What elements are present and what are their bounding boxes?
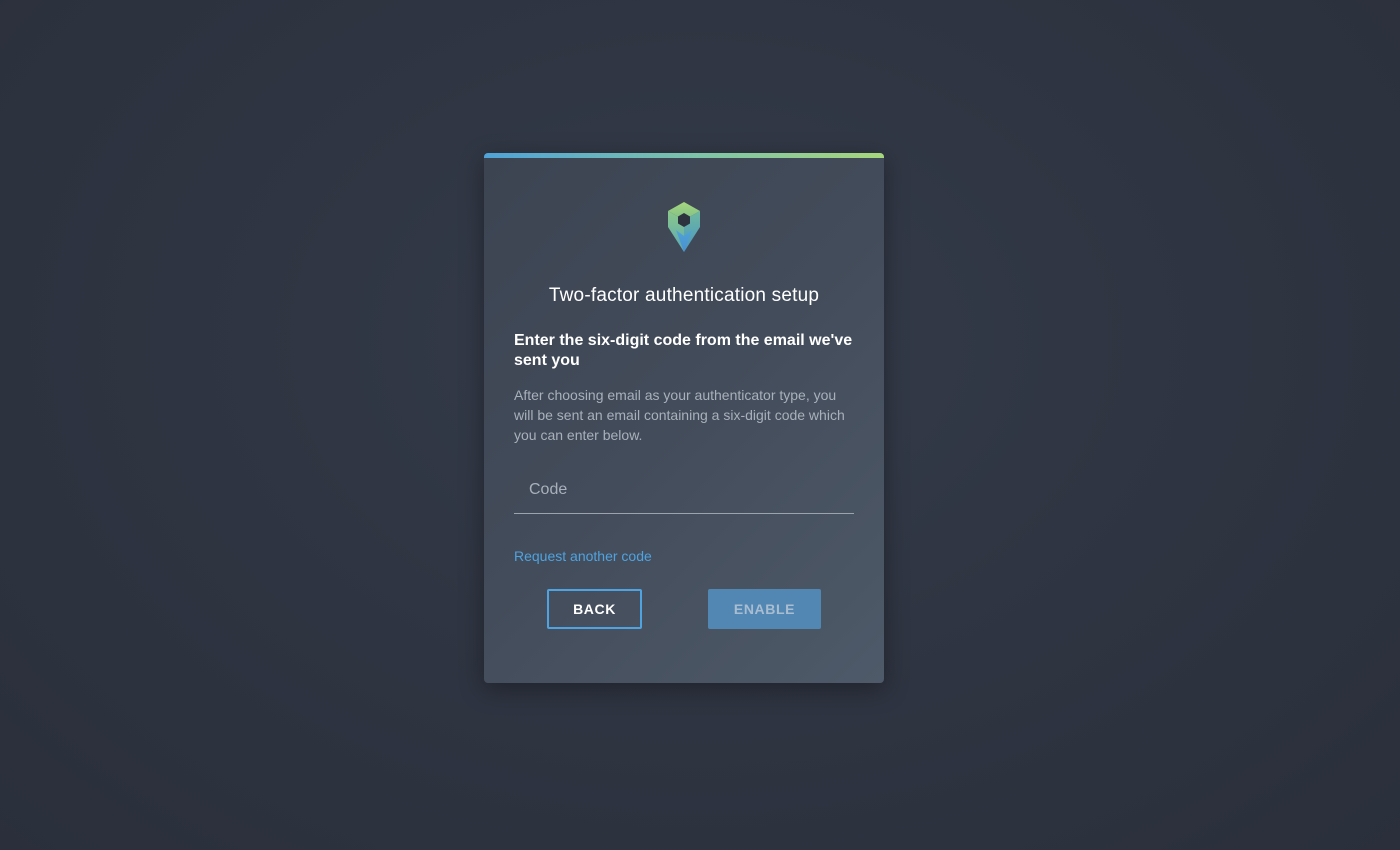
- back-button[interactable]: BACK: [547, 589, 642, 629]
- two-factor-dialog: Two-factor authentication setup Enter th…: [484, 153, 884, 683]
- enable-button[interactable]: ENABLE: [708, 589, 821, 629]
- hexagon-pin-logo-icon: [668, 202, 700, 252]
- code-input[interactable]: [514, 466, 854, 513]
- dialog-title: Two-factor authentication setup: [548, 285, 820, 306]
- request-another-code-link[interactable]: Request another code: [514, 548, 652, 564]
- code-field: [514, 466, 854, 514]
- accent-bar: [484, 153, 884, 158]
- dialog-description: After choosing email as your authenticat…: [514, 387, 845, 443]
- dialog-subtitle: Enter the six-digit code from the email …: [514, 332, 853, 369]
